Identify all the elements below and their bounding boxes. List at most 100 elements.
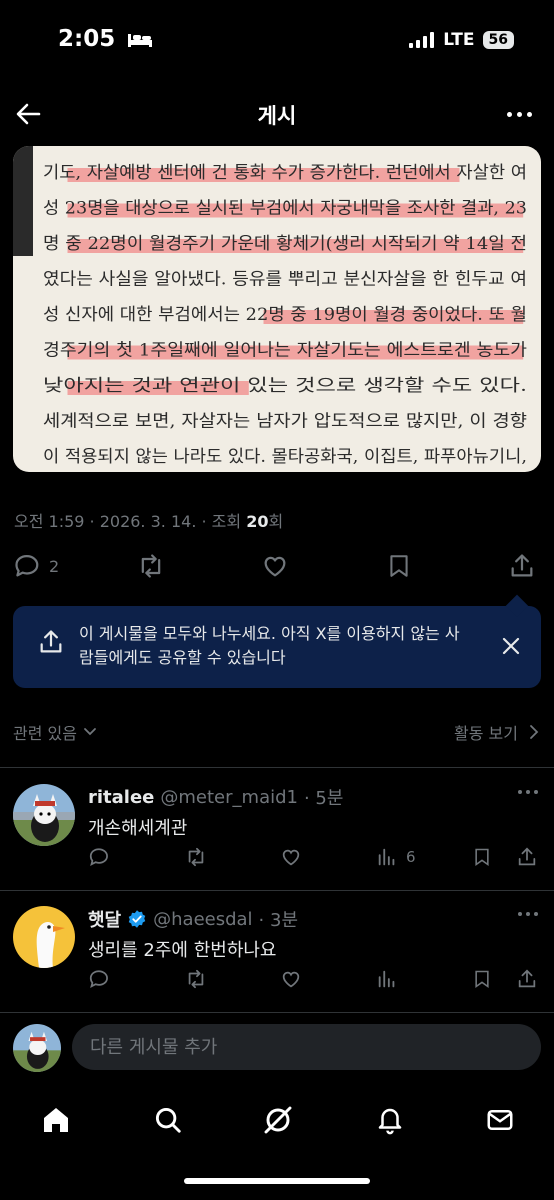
share-icon bbox=[518, 969, 536, 988]
share-icon bbox=[518, 847, 536, 866]
view-activity-link[interactable]: 활동 보기 bbox=[454, 720, 518, 744]
book-text-line: 경주기의 첫 1주일째에 일어나는 자살기도는 에스트로겐 농도가 bbox=[43, 341, 527, 361]
reply-button[interactable] bbox=[88, 968, 110, 990]
chevron-down-icon bbox=[84, 728, 96, 736]
reply-actions bbox=[88, 968, 548, 994]
post-meta: 오전 1:59 · 2026. 3. 14. · 조회 20회 bbox=[14, 508, 283, 532]
more-button[interactable] bbox=[507, 112, 532, 117]
home-indicator bbox=[184, 1178, 370, 1184]
reply-header: 햇달 @haeesdal · 3분 bbox=[88, 906, 298, 932]
share-banner-icon bbox=[37, 628, 65, 660]
view-suffix: 회 bbox=[268, 512, 284, 531]
avatar-image bbox=[13, 1024, 61, 1072]
home-icon bbox=[44, 1108, 68, 1132]
share-icon bbox=[40, 630, 62, 653]
like-button[interactable] bbox=[279, 846, 303, 868]
reply-actions: 6 bbox=[88, 846, 548, 872]
reply-author-handle[interactable]: @meter_maid1 bbox=[160, 787, 298, 808]
bookmark-button[interactable] bbox=[386, 552, 412, 580]
more-icon bbox=[518, 790, 522, 794]
reply-text: 개손해세계관 bbox=[88, 818, 188, 839]
close-button[interactable] bbox=[501, 636, 521, 660]
repost-button[interactable] bbox=[184, 968, 208, 990]
reply-more-button[interactable] bbox=[518, 790, 538, 794]
more-icon bbox=[518, 912, 522, 916]
avatar[interactable] bbox=[13, 784, 75, 846]
share-button[interactable] bbox=[508, 552, 536, 580]
signal-icon bbox=[409, 32, 435, 48]
bookmark-button[interactable] bbox=[472, 846, 492, 868]
reply-icon bbox=[89, 848, 108, 866]
book-text-line: 세계적으로 보면, 자살자는 남자가 압도적으로 많지만, 이 경향 bbox=[43, 412, 527, 432]
book-text-line: 성 23명을 대상으로 실시된 부검에서 자궁내막을 조사한 결과, 23 bbox=[43, 199, 527, 219]
network-label: LTE bbox=[443, 30, 475, 50]
share-icon bbox=[511, 554, 533, 577]
search-icon bbox=[155, 1107, 181, 1133]
status-bar: 2:05 LTE 56 bbox=[0, 0, 554, 80]
reply-item[interactable]: 햇달 @haeesdal · 3분 생리를 2주에 한번하나요 bbox=[0, 906, 554, 1026]
view-count[interactable]: 20 bbox=[246, 512, 268, 531]
related-sort-label: 관련 있음 bbox=[13, 724, 77, 743]
compose-bar bbox=[0, 1022, 554, 1074]
page-edge-decoration bbox=[13, 146, 33, 256]
like-icon bbox=[264, 556, 286, 577]
nav-home[interactable] bbox=[36, 1100, 76, 1140]
reply-item[interactable]: ritalee @meter_maid1 · 5분 개손해세계관 6 bbox=[0, 784, 554, 904]
views-button[interactable]: 6 bbox=[376, 846, 416, 868]
related-sort-dropdown[interactable]: 관련 있음 bbox=[13, 720, 97, 744]
book-text-line: 낮아지는 것과 연관이 있는 것으로 생각할 수도 있다. bbox=[43, 376, 527, 396]
related-row: 관련 있음 활동 보기 bbox=[0, 718, 554, 748]
post-image[interactable]: 기도, 자살예방 센터에 건 통화 수가 증가한다. 런던에서 자살한 여성 2… bbox=[13, 146, 541, 472]
close-icon bbox=[502, 637, 520, 655]
reply-time: · 5분 bbox=[303, 788, 344, 809]
book-text-line: 이 적용되지 않는 나라도 있다. 몰타공화국, 이집트, 파푸아뉴기니, bbox=[43, 447, 527, 467]
book-text-line: 명 중 22명이 월경주기 가운데 황체기(생리 시작되기 약 14일 전 bbox=[43, 234, 527, 254]
reply-icon bbox=[89, 970, 108, 988]
post-timestamp: 오전 1:59 · 2026. 3. 14. · 조회 bbox=[14, 512, 247, 531]
mail-icon bbox=[487, 1110, 513, 1130]
nav-notifications[interactable] bbox=[370, 1100, 410, 1140]
bookmark-icon bbox=[475, 970, 489, 989]
divider bbox=[0, 767, 554, 768]
bell-icon bbox=[378, 1108, 402, 1135]
reply-button[interactable] bbox=[88, 846, 110, 868]
reply-author-name[interactable]: 햇달 bbox=[88, 906, 121, 932]
battery-indicator: 56 bbox=[482, 31, 514, 49]
reply-text: 생리를 2주에 한번하나요 bbox=[88, 940, 277, 961]
page-title: 게시 bbox=[257, 104, 297, 128]
compose-input[interactable] bbox=[72, 1024, 541, 1070]
repost-icon bbox=[188, 847, 204, 867]
chevron-right-icon bbox=[530, 725, 539, 739]
reply-header: ritalee @meter_maid1 · 5분 bbox=[88, 784, 343, 810]
share-banner[interactable]: 이 게시물을 모두와 나누세요. 아직 X를 이용하지 않는 사람들에게도 공유… bbox=[13, 606, 541, 688]
bookmark-icon bbox=[390, 555, 408, 577]
share-button[interactable] bbox=[516, 846, 538, 868]
nav-search[interactable] bbox=[148, 1100, 188, 1140]
divider bbox=[0, 1012, 554, 1013]
nav-messages[interactable] bbox=[480, 1100, 520, 1140]
reply-author-handle[interactable]: @haeesdal bbox=[153, 909, 252, 930]
views-icon bbox=[378, 970, 395, 988]
like-button[interactable] bbox=[279, 968, 303, 990]
nav-grok[interactable] bbox=[258, 1100, 298, 1140]
share-banner-text: 이 게시물을 모두와 나누세요. 아직 X를 이용하지 않는 사람들에게도 공유… bbox=[79, 624, 460, 667]
avatar[interactable] bbox=[13, 1024, 61, 1072]
reply-author-name[interactable]: ritalee bbox=[88, 787, 154, 808]
bookmark-button[interactable] bbox=[472, 968, 492, 990]
reply-count: 2 bbox=[49, 556, 60, 576]
more-icon bbox=[507, 112, 512, 117]
avatar[interactable] bbox=[13, 906, 75, 968]
book-text-line: 성 신자에 대한 부검에서는 22명 중 19명이 월경 중이었다. 또 월 bbox=[43, 305, 527, 325]
book-page-photo: 기도, 자살예방 센터에 건 통화 수가 증가한다. 런던에서 자살한 여성 2… bbox=[13, 146, 527, 467]
views-button[interactable] bbox=[376, 968, 398, 990]
status-indicators: LTE 56 bbox=[409, 30, 514, 50]
views-count: 6 bbox=[406, 848, 416, 866]
divider bbox=[0, 890, 554, 891]
repost-button[interactable] bbox=[184, 846, 208, 868]
like-button[interactable] bbox=[260, 552, 290, 580]
reply-more-button[interactable] bbox=[518, 912, 538, 916]
repost-button[interactable] bbox=[136, 552, 166, 580]
reply-button[interactable]: 2 bbox=[13, 552, 59, 580]
bottom-nav bbox=[0, 1090, 554, 1150]
share-button[interactable] bbox=[516, 968, 538, 990]
